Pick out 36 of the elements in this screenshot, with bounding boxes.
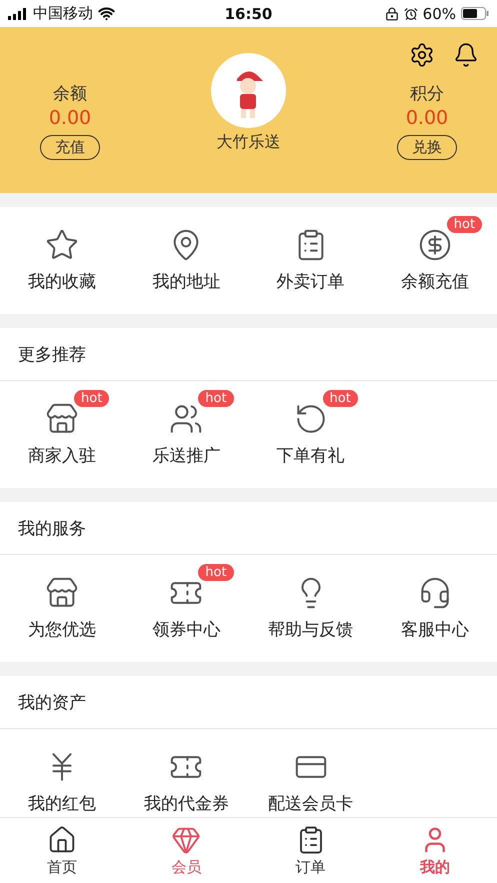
status-time: 16:50 <box>224 4 272 22</box>
section-title: 更多推荐 <box>0 328 497 381</box>
hot-badge: hot <box>322 390 358 407</box>
hot-badge: hot <box>74 390 110 407</box>
menu-item[interactable]: 商家入驻 <box>28 444 96 467</box>
menu-item[interactable]: 我的地址 <box>152 270 220 293</box>
tab[interactable]: 首页 <box>0 818 124 883</box>
balance-label: 余额 <box>53 83 87 105</box>
menu-item[interactable]: 配送会员卡 <box>268 792 354 815</box>
user-name: 大竹乐送 <box>216 132 280 153</box>
menu-item[interactable]: 帮助与反馈 <box>268 618 354 641</box>
menu-item[interactable]: 我的代金券 <box>144 792 229 815</box>
hot-badge: hot <box>198 564 234 581</box>
section-title: 我的服务 <box>0 502 497 555</box>
hot-badge: hot <box>446 216 482 233</box>
menu-item[interactable]: 客服中心 <box>400 618 469 641</box>
menu-item[interactable]: 余额充值 <box>400 270 469 293</box>
menu-item[interactable]: 我的红包 <box>28 792 96 815</box>
exchange-button[interactable]: 兑换 <box>397 135 457 160</box>
battery-percent: 60% <box>422 4 456 22</box>
menu-item[interactable]: 下单有礼 <box>276 444 345 467</box>
tab[interactable]: 我的 <box>372 818 497 883</box>
menu-item[interactable]: 我的收藏 <box>28 270 96 293</box>
menu-item[interactable]: 外卖订单 <box>276 270 345 293</box>
recharge-button[interactable]: 充值 <box>40 135 100 160</box>
menu-item[interactable]: 领券中心 <box>152 618 220 641</box>
balance-value: 0.00 <box>48 107 92 129</box>
section-title: 我的资产 <box>0 676 497 729</box>
tab[interactable]: 会员 <box>124 818 248 883</box>
menu-item[interactable]: 为您优选 <box>28 618 96 641</box>
hot-badge: hot <box>198 390 234 407</box>
tab[interactable]: 订单 <box>248 818 373 883</box>
carrier-name: 中国移动 <box>33 4 93 23</box>
points-value: 0.00 <box>406 107 448 129</box>
menu-item[interactable]: 乐送推广 <box>152 444 220 467</box>
points-label: 积分 <box>410 83 444 105</box>
